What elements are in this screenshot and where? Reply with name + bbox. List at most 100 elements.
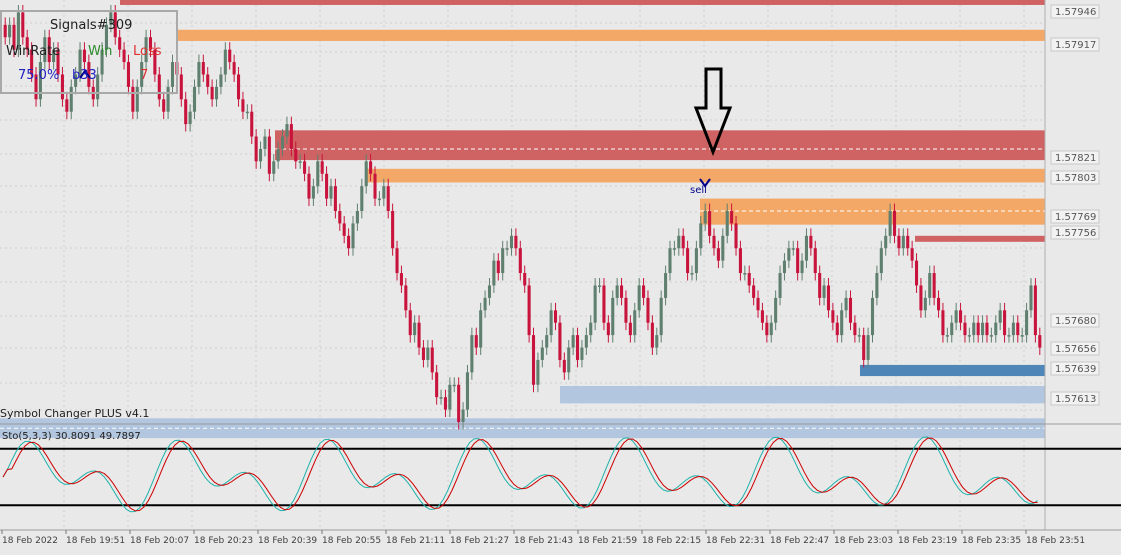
candle-body bbox=[954, 310, 958, 323]
candle-body bbox=[465, 372, 470, 410]
candle-body bbox=[391, 211, 395, 249]
candle-body bbox=[646, 297, 650, 323]
candle-body bbox=[223, 49, 227, 75]
signals-panel: Signals#309 WinRate Win Loss 75.0% b33 7 bbox=[0, 10, 178, 94]
symbol-changer-label[interactable]: Symbol Changer PLUS v4.1 bbox=[0, 407, 149, 420]
candle-body bbox=[162, 99, 166, 112]
candle-body bbox=[804, 235, 809, 261]
candle-body bbox=[730, 211, 734, 224]
candle-body bbox=[668, 248, 672, 274]
candle-body bbox=[562, 359, 566, 373]
candle-body bbox=[553, 310, 558, 323]
time-label: 18 Feb 23:35 bbox=[962, 536, 1021, 546]
candle-body bbox=[945, 335, 949, 337]
candle-body bbox=[399, 273, 403, 286]
zone-resistance bbox=[275, 130, 1045, 161]
candle-body bbox=[1038, 335, 1042, 348]
candle-body bbox=[395, 248, 399, 274]
candle-body bbox=[439, 397, 443, 399]
candle-body bbox=[228, 49, 232, 63]
candle-body bbox=[188, 111, 192, 125]
candle-body bbox=[1003, 310, 1007, 336]
candle-body bbox=[558, 322, 562, 360]
time-label: 18 Feb 20:23 bbox=[194, 536, 253, 546]
candle-body bbox=[492, 260, 496, 286]
candle-body bbox=[910, 248, 914, 261]
candle-body bbox=[531, 335, 536, 385]
candle-body bbox=[936, 297, 941, 311]
candle-body bbox=[549, 310, 553, 336]
candle-body bbox=[351, 223, 355, 249]
candle bbox=[465, 364, 470, 418]
candle-body bbox=[928, 273, 932, 298]
candle-body bbox=[672, 248, 676, 250]
candle-body bbox=[461, 409, 465, 422]
candle-body bbox=[857, 335, 861, 337]
candle-body bbox=[950, 322, 954, 336]
candle-body bbox=[342, 223, 346, 236]
candle-body bbox=[386, 186, 390, 211]
candle-body bbox=[192, 86, 197, 112]
candle-body bbox=[708, 211, 712, 236]
candle bbox=[470, 327, 474, 380]
candle-body bbox=[540, 347, 544, 360]
candle-body bbox=[298, 161, 302, 163]
candle-body bbox=[879, 248, 883, 274]
candle-body bbox=[245, 111, 249, 114]
candle-body bbox=[580, 347, 584, 360]
candle-body bbox=[593, 285, 597, 323]
candle-body bbox=[545, 335, 549, 348]
candle-body bbox=[866, 335, 870, 360]
candle bbox=[593, 278, 597, 331]
candle-body bbox=[377, 198, 381, 201]
candle-body bbox=[752, 285, 756, 298]
win-value: b33 bbox=[72, 68, 97, 83]
candle-body bbox=[373, 173, 377, 199]
candle-body bbox=[976, 322, 980, 336]
candle-body bbox=[272, 161, 276, 174]
candle-body bbox=[994, 322, 998, 336]
candle-body bbox=[628, 322, 632, 336]
candle bbox=[391, 203, 395, 256]
time-label: 18 Feb 21:11 bbox=[386, 536, 445, 546]
candle-body bbox=[681, 235, 685, 249]
candle-body bbox=[1016, 322, 1020, 336]
candle-body bbox=[959, 310, 963, 323]
zone-resistance bbox=[915, 235, 1045, 242]
candle-body bbox=[774, 297, 778, 323]
candle-body bbox=[743, 273, 747, 275]
candle-body bbox=[294, 148, 298, 162]
time-label: 18 Feb 21:27 bbox=[450, 536, 509, 546]
candle-body bbox=[703, 211, 707, 224]
candle-body bbox=[426, 347, 430, 360]
candle-body bbox=[923, 297, 927, 311]
candle-body bbox=[840, 310, 844, 336]
candle-body bbox=[835, 322, 839, 336]
time-label: 18 Feb 20:55 bbox=[322, 536, 381, 546]
zone-support bbox=[860, 364, 1045, 377]
time-label: 18 Feb 23:03 bbox=[834, 536, 893, 546]
candle-body bbox=[914, 260, 919, 286]
time-label: 18 Feb 19:51 bbox=[66, 536, 125, 546]
candle-body bbox=[179, 74, 183, 100]
candle-body bbox=[694, 248, 698, 274]
time-label: 18 Feb 23:19 bbox=[898, 536, 957, 546]
candle-body bbox=[664, 273, 668, 298]
candle-body bbox=[765, 322, 769, 336]
trading-chart[interactable]: sell 1.57946 1.57917 1.57821 1.57803 1.57769… bbox=[0, 0, 1121, 551]
candle-body bbox=[236, 74, 241, 100]
loss-label: Loss bbox=[133, 44, 162, 59]
candle-body bbox=[716, 248, 720, 261]
candle-body bbox=[267, 136, 271, 174]
sell-signal-label: sell bbox=[690, 185, 707, 196]
candle-body bbox=[197, 62, 201, 87]
candle-body bbox=[875, 273, 879, 298]
candle-body bbox=[981, 322, 985, 336]
candle-body bbox=[360, 186, 364, 211]
candle-body bbox=[778, 273, 782, 298]
candle-body bbox=[316, 161, 320, 187]
candle-body bbox=[967, 335, 971, 337]
price-label: 1.57917 bbox=[1055, 40, 1096, 51]
candle-body bbox=[756, 297, 760, 311]
candle-body bbox=[870, 297, 875, 336]
